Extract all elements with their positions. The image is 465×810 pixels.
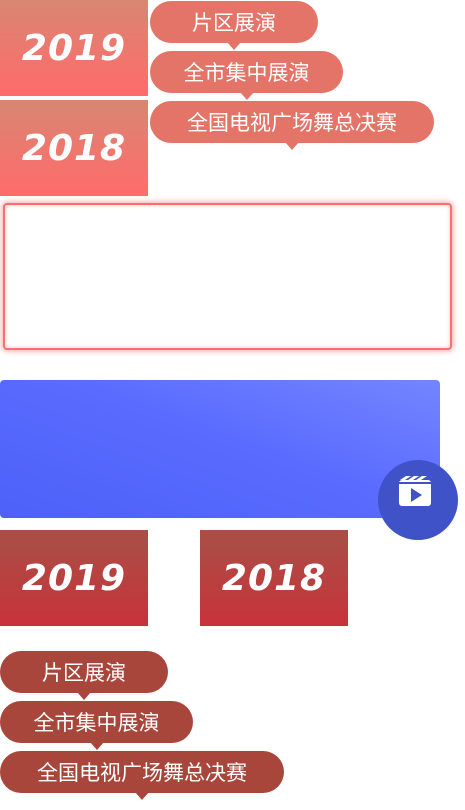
- tag-district-show[interactable]: 片区展演: [150, 1, 318, 50]
- year-tab-2019[interactable]: 2019: [0, 0, 148, 96]
- tag-pointer: [227, 42, 241, 50]
- year-label: 2018: [21, 127, 127, 169]
- year-label: 2019: [21, 27, 127, 69]
- tag-pointer: [285, 142, 299, 150]
- year-tab-2019-alt[interactable]: 2019: [0, 530, 148, 626]
- content-frame: [3, 203, 452, 350]
- tag-city-show[interactable]: 全市集中展演: [150, 51, 343, 100]
- tag-pointer: [135, 792, 149, 800]
- tag-label: 全市集中展演: [183, 61, 310, 85]
- tag-pointer: [239, 92, 254, 100]
- tag-label: 全国电视广场舞总决赛: [37, 761, 247, 785]
- year-tab-2018-alt[interactable]: 2018: [200, 530, 348, 626]
- tag-label: 全国电视广场舞总决赛: [187, 111, 397, 135]
- year-label: 2018: [221, 557, 327, 599]
- tag-label: 片区展演: [42, 661, 126, 685]
- tag-pointer: [77, 692, 91, 700]
- tag-national-final[interactable]: 全国电视广场舞总决赛: [150, 101, 434, 150]
- tag-pointer: [89, 742, 104, 750]
- year-tab-2018[interactable]: 2018: [0, 100, 148, 196]
- video-play-icon[interactable]: [398, 475, 432, 507]
- tag-city-show-alt[interactable]: 全市集中展演: [0, 701, 193, 750]
- tag-district-show-alt[interactable]: 片区展演: [0, 651, 168, 700]
- tag-national-final-alt[interactable]: 全国电视广场舞总决赛: [0, 751, 284, 800]
- tag-label: 片区展演: [192, 11, 276, 35]
- year-label: 2019: [21, 557, 127, 599]
- video-banner[interactable]: [0, 380, 440, 518]
- tag-label: 全市集中展演: [33, 711, 160, 735]
